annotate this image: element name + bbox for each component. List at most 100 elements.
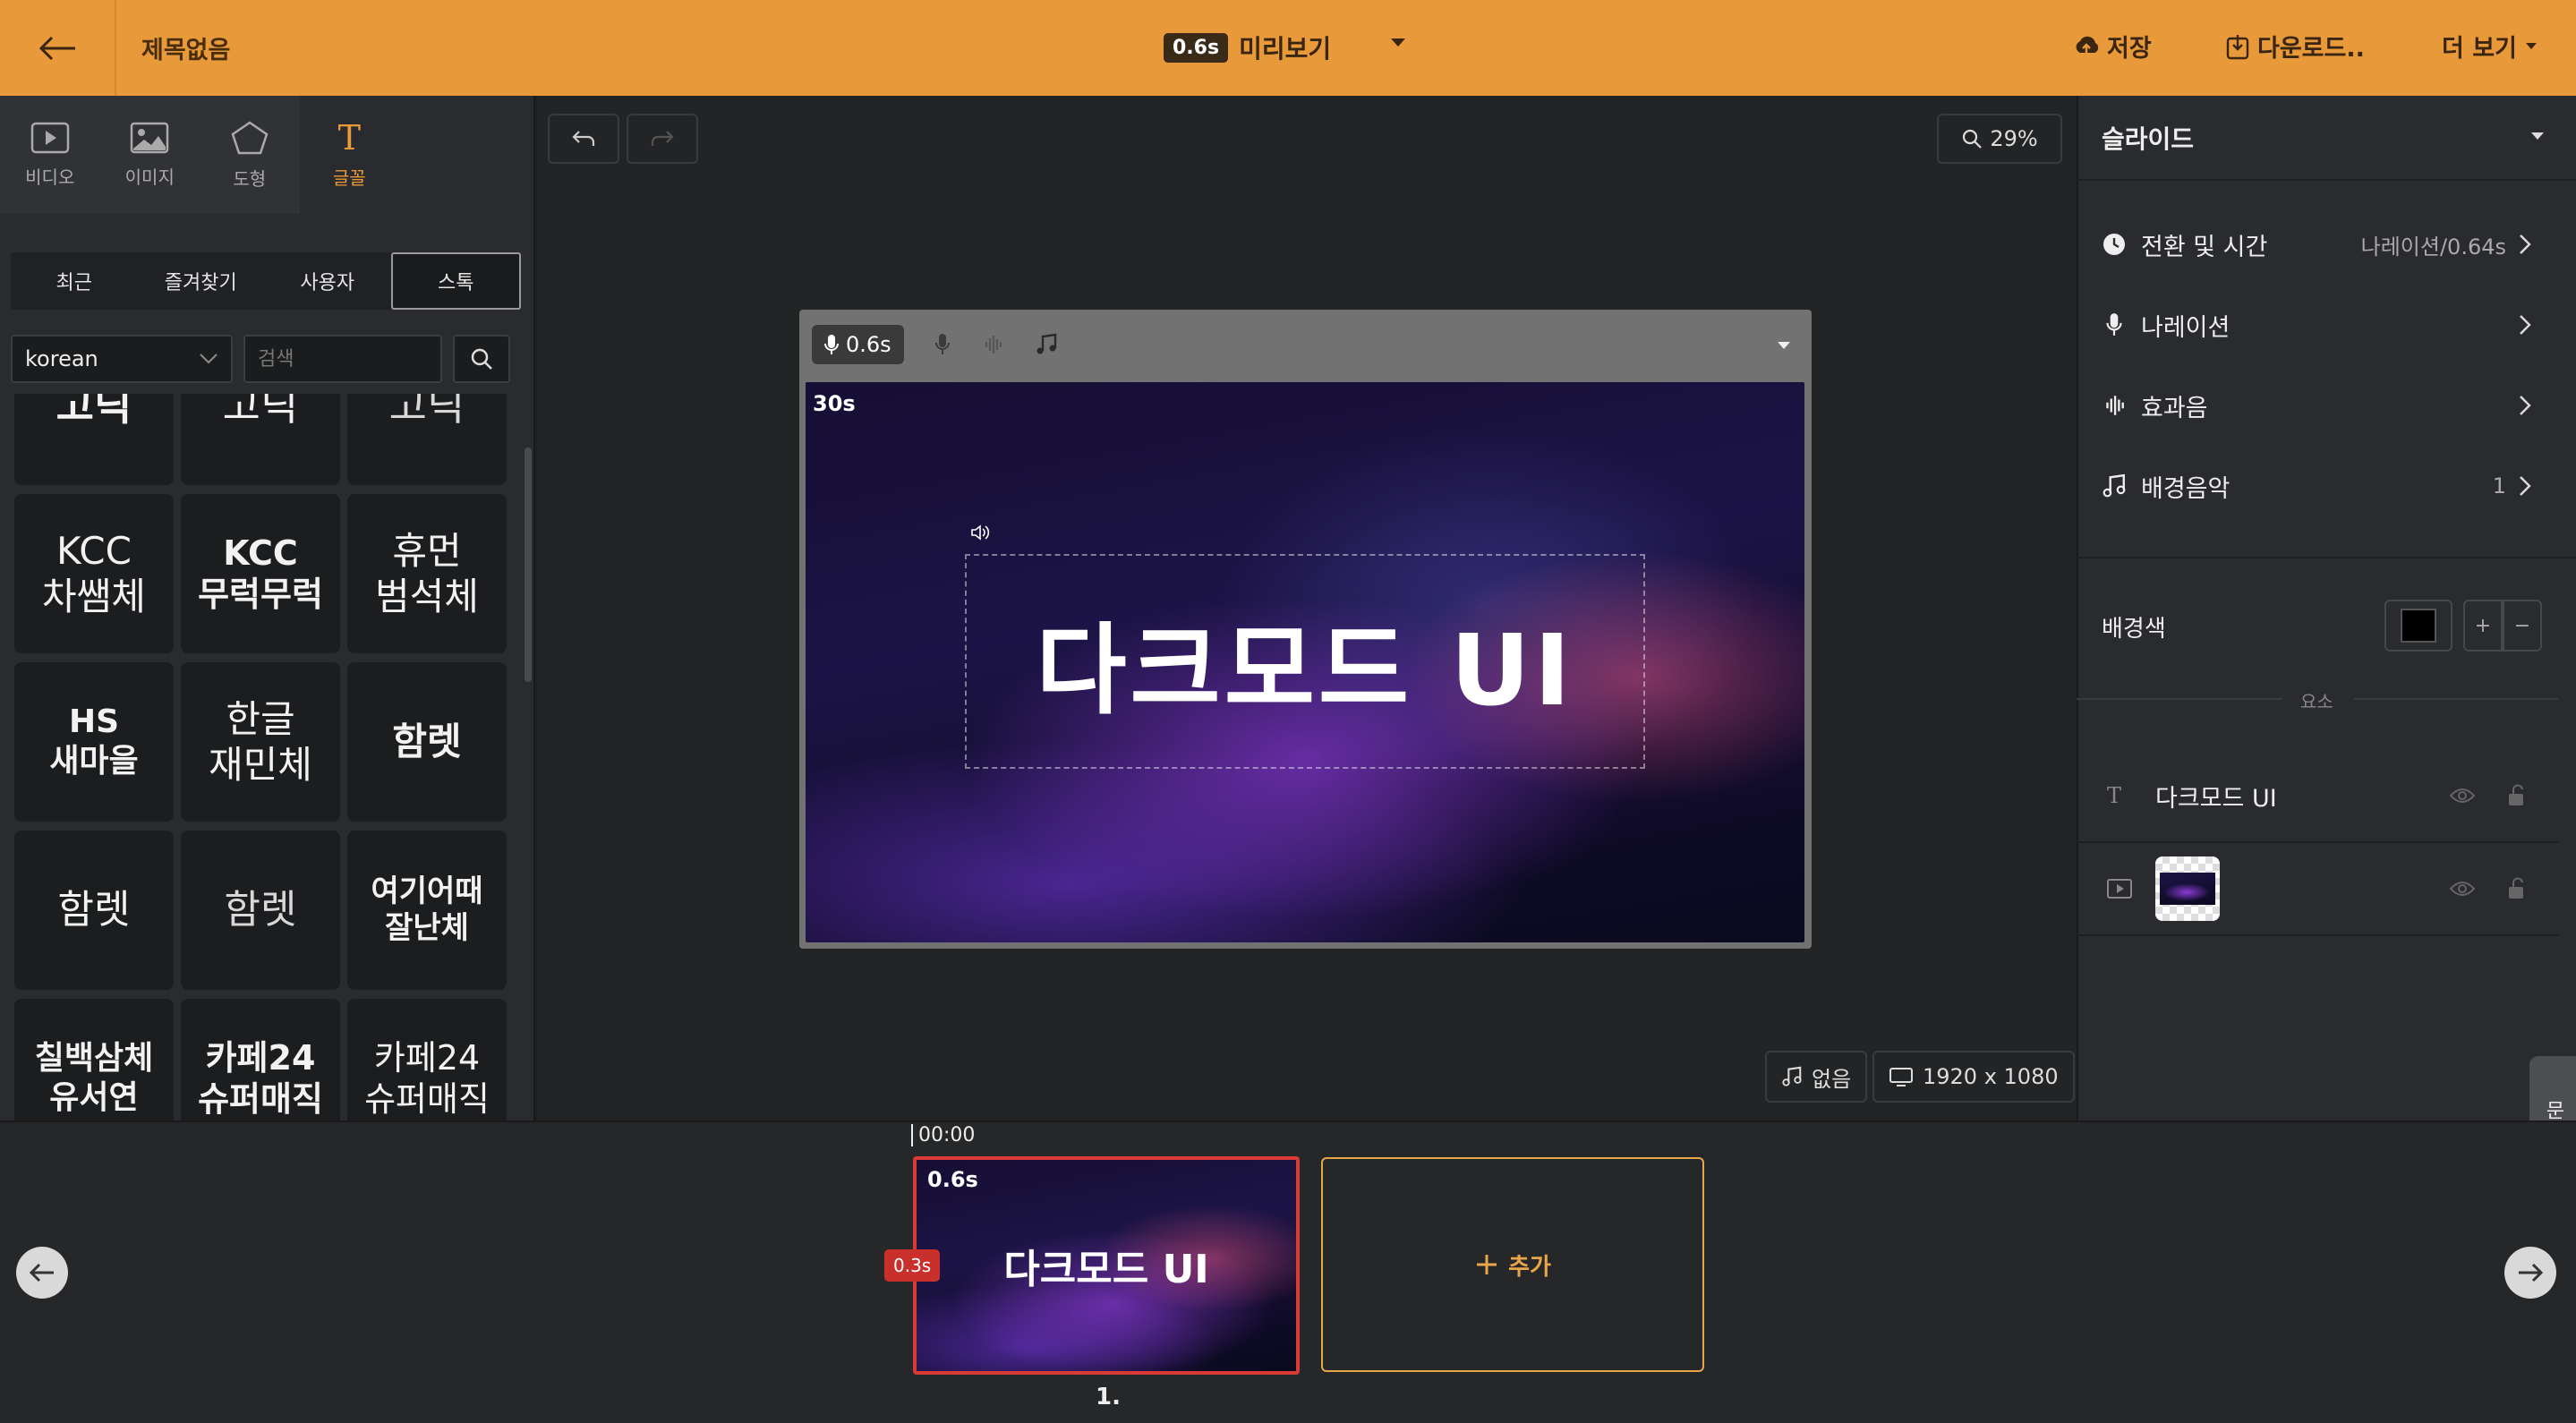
timeline-time-marker[interactable]: 00:00 <box>911 1124 975 1146</box>
slide-duration-label: 30s <box>813 391 856 416</box>
font-tile[interactable]: 고딕 <box>14 394 174 485</box>
tab-stock[interactable]: 스톡 <box>390 252 521 310</box>
language-value: korean <box>25 346 98 371</box>
chevron-right-icon <box>2520 476 2531 496</box>
zoom-button[interactable]: 29% <box>1937 114 2062 164</box>
narration-label: 나레이션 <box>2141 313 2231 342</box>
font-search-input[interactable] <box>243 335 442 383</box>
caret-down-icon[interactable] <box>1776 340 1792 351</box>
speaker-icon[interactable] <box>970 524 992 541</box>
tab-image[interactable]: 이미지 <box>100 96 200 214</box>
font-tile[interactable]: KCC 무럭무럭 <box>181 494 340 653</box>
more-menu-button[interactable]: 더 보기 <box>2442 29 2538 64</box>
search-icon <box>471 348 492 370</box>
eye-icon[interactable] <box>2449 880 2476 898</box>
image-icon <box>131 122 169 153</box>
transition-time-row[interactable]: 전환 및 시간 나레이션/0.64s <box>2077 204 2558 285</box>
tab-font[interactable]: T 글꼴 <box>299 96 399 214</box>
tab-video[interactable]: 비디오 <box>0 96 100 214</box>
waveform-icon[interactable] <box>981 334 1004 355</box>
text-icon: T <box>337 117 361 158</box>
font-tile[interactable]: 여기어때 잘난체 <box>347 831 507 990</box>
stage-title-text[interactable]: 다크모드 UI <box>965 554 1645 769</box>
monitor-icon <box>1889 1068 1913 1086</box>
caret-down-icon[interactable] <box>2529 131 2546 141</box>
search-button[interactable] <box>453 335 510 383</box>
font-tile[interactable]: 카페24 슈퍼매직 <box>181 999 340 1121</box>
slide-thumbnail-duration: 0.6s <box>927 1167 978 1192</box>
tab-shape[interactable]: 도형 <box>200 96 300 214</box>
remove-color-button[interactable]: − <box>2503 600 2542 652</box>
font-tile[interactable]: 휴먼 범석체 <box>347 494 507 653</box>
sound-effect-row[interactable]: 효과음 <box>2077 365 2558 446</box>
more-label: 더 보기 <box>2442 35 2517 63</box>
back-button[interactable] <box>0 0 116 96</box>
stage-toolbar: 0.6s <box>799 310 1812 379</box>
transition-time-label: 전환 및 시간 <box>2141 233 2268 261</box>
redo-button[interactable] <box>627 114 698 164</box>
tab-recent[interactable]: 최근 <box>11 252 138 310</box>
font-tile[interactable]: 카페24 슈퍼매직 <box>347 999 507 1121</box>
caret-down-icon <box>1391 38 1405 47</box>
font-tile[interactable]: 함렛 <box>14 831 174 990</box>
lock-icon[interactable] <box>2506 877 2528 900</box>
waveform-icon <box>2106 396 2124 415</box>
font-grid: 고딕 고딕 고딕 KCC 차쌤체 KCC 무럭무럭 휴먼 범석체 HS 새마을 … <box>13 394 510 1121</box>
slide-number: 1. <box>1096 1384 1121 1410</box>
document-title[interactable]: 제목없음 <box>141 30 230 65</box>
mic-icon <box>2106 313 2122 336</box>
tab-favorites[interactable]: 즐겨찾기 <box>138 252 265 310</box>
timeline-next-button[interactable] <box>2504 1247 2556 1299</box>
font-tile[interactable]: 함렛 <box>347 662 507 822</box>
video-icon <box>30 122 69 153</box>
narration-duration: 0.6s <box>846 332 891 357</box>
background-music-row[interactable]: 배경음악 1 <box>2077 446 2558 526</box>
layer-row-video[interactable] <box>2077 843 2558 936</box>
slide-thumbnail[interactable]: 다크모드 UI 0.6s <box>913 1156 1300 1375</box>
slide-stage[interactable]: 30s 다크모드 UI <box>806 382 1804 942</box>
save-button[interactable]: 저장 <box>2073 29 2152 64</box>
language-select[interactable]: korean <box>11 335 233 383</box>
transition-duration-badge[interactable]: 0.3s <box>884 1249 941 1282</box>
font-tile[interactable]: 함렛 <box>181 831 340 990</box>
font-tile[interactable]: 고딕 <box>347 394 507 485</box>
divider <box>2077 179 2576 181</box>
resolution-value: 1920 x 1080 <box>1923 1064 2059 1089</box>
music-note-icon[interactable] <box>1035 333 1058 356</box>
timeline-prev-button[interactable] <box>16 1247 68 1299</box>
undo-icon <box>572 131 595 146</box>
add-slide-button[interactable]: 추가 <box>1321 1157 1704 1372</box>
tab-user[interactable]: 사용자 <box>264 252 391 310</box>
narration-row[interactable]: 나레이션 <box>2077 285 2558 365</box>
undo-button[interactable] <box>548 114 619 164</box>
add-color-button[interactable]: + <box>2463 600 2503 652</box>
download-button[interactable]: 다운로드.. <box>2225 29 2365 64</box>
arrow-left-icon <box>29 1263 54 1282</box>
save-label: 저장 <box>2107 35 2152 63</box>
narration-duration-button[interactable]: 0.6s <box>812 325 904 364</box>
layer-row-text[interactable]: T 다크모드 UI <box>2077 750 2558 843</box>
download-icon <box>2226 34 2249 59</box>
tab-font-label: 글꼴 <box>332 166 366 189</box>
video-layer-thumbnail <box>2155 856 2220 921</box>
font-tile[interactable]: KCC 차쌤체 <box>14 494 174 653</box>
mic-icon[interactable] <box>934 333 951 356</box>
font-grid-scrollbar[interactable] <box>525 447 532 682</box>
zoom-value: 29% <box>1990 126 2038 151</box>
background-music-button[interactable]: 없음 <box>1765 1051 1868 1103</box>
font-tile[interactable]: 고딕 <box>181 394 340 485</box>
slide-section-title[interactable]: 슬라이드 <box>2102 120 2194 156</box>
resolution-button[interactable]: 1920 x 1080 <box>1872 1051 2075 1103</box>
font-tile[interactable]: HS 새마을 <box>14 662 174 822</box>
eye-icon[interactable] <box>2449 787 2476 805</box>
chevron-right-icon <box>2520 396 2531 415</box>
preview-button[interactable]: 0.6s 미리보기 <box>1164 30 1331 65</box>
font-tile[interactable]: 한글 재민체 <box>181 662 340 822</box>
preview-dropdown-caret[interactable] <box>1389 36 1407 53</box>
clock-icon <box>2103 234 2125 255</box>
divider <box>2077 557 2576 558</box>
font-tile[interactable]: 칠백삼체 유서연 <box>14 999 174 1121</box>
tool-tabs: 비디오 이미지 도형 T 글꼴 <box>0 96 399 214</box>
background-color-swatch[interactable] <box>2384 600 2452 652</box>
lock-icon[interactable] <box>2506 784 2528 807</box>
